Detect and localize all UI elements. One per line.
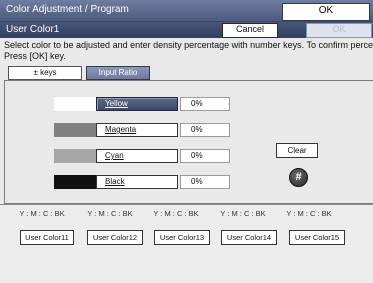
user-color13-button[interactable]: User Color13 <box>154 230 210 245</box>
cyan-percentage: 0% <box>180 149 230 163</box>
cyan-label: Cyan <box>105 151 124 160</box>
tab-plus-minus-keys[interactable]: ± keys <box>8 66 82 80</box>
magenta-label: Magenta <box>105 125 137 134</box>
clear-button[interactable]: Clear <box>276 143 318 158</box>
magenta-swatch <box>54 123 100 137</box>
user-color15-ratio: Y : M : C : BK <box>286 209 332 218</box>
ok-button[interactable]: OK <box>282 3 370 21</box>
instruction-line-1: Select color to be adjusted and enter de… <box>4 40 373 50</box>
hash-key-icon[interactable]: # <box>289 168 308 187</box>
yellow-percentage: 0% <box>180 97 230 111</box>
yellow-swatch <box>54 97 100 111</box>
user-color14-button[interactable]: User Color14 <box>221 230 277 245</box>
black-percentage: 0% <box>180 175 230 189</box>
sub-header-bar: User Color1 Cancel OK <box>0 22 373 38</box>
black-label: Black <box>105 177 125 186</box>
tab-input-ratio[interactable]: Input Ratio <box>86 66 150 80</box>
user-color11-button[interactable]: User Color11 <box>20 230 74 245</box>
magenta-button[interactable]: Magenta <box>96 123 178 137</box>
yellow-label: Yellow <box>105 99 128 108</box>
window-title: Color Adjustment / Program <box>6 4 129 15</box>
yellow-button[interactable]: Yellow <box>96 97 178 111</box>
title-bar: Color Adjustment / Program OK <box>0 0 373 22</box>
black-swatch <box>54 175 100 189</box>
instruction-text: Select color to be adjusted and enter de… <box>4 40 373 66</box>
instruction-line-2: Press [OK] key. <box>4 51 66 61</box>
black-button[interactable]: Black <box>96 175 178 189</box>
user-color11-ratio: Y : M : C : BK <box>19 209 65 218</box>
cyan-button[interactable]: Cyan <box>96 149 178 163</box>
user-color14-ratio: Y : M : C : BK <box>220 209 266 218</box>
user-color12-ratio: Y : M : C : BK <box>87 209 133 218</box>
user-color-title: User Color1 <box>6 24 60 35</box>
cancel-button[interactable]: Cancel <box>222 23 278 38</box>
cyan-swatch <box>54 149 100 163</box>
user-color12-button[interactable]: User Color12 <box>87 230 143 245</box>
user-color13-ratio: Y : M : C : BK <box>153 209 199 218</box>
magenta-percentage: 0% <box>180 123 230 137</box>
sub-ok-button-disabled: OK <box>306 23 372 38</box>
user-color15-button[interactable]: User Color15 <box>289 230 345 245</box>
